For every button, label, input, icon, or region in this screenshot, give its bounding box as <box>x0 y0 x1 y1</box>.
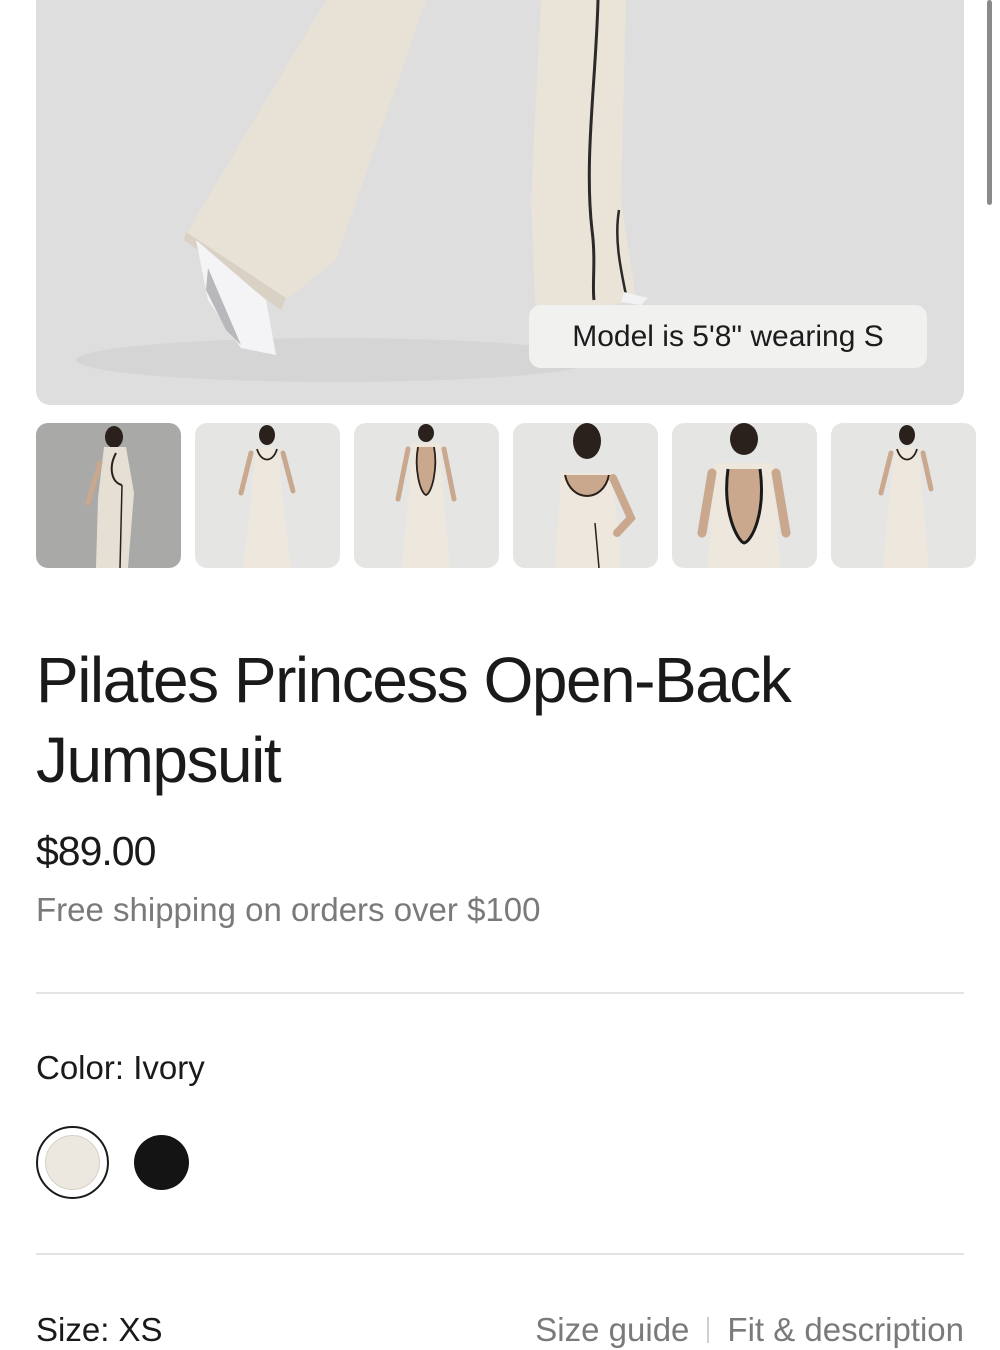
product-price: $89.00 <box>36 828 156 874</box>
model-front-image <box>878 425 934 568</box>
thumbnail-3[interactable] <box>354 423 499 568</box>
thumbnail-1[interactable] <box>36 423 181 568</box>
model-front-image <box>238 425 296 568</box>
model-back-side-image <box>85 426 134 568</box>
thumbnail-6[interactable] <box>831 423 976 568</box>
thumbnail-2[interactable] <box>195 423 340 568</box>
product-title: Pilates Princess Open-Back Jumpsuit <box>36 644 792 796</box>
size-label: Size: XS <box>36 1311 163 1348</box>
product-main-image[interactable]: Model is 5'8" wearing S <box>36 0 964 405</box>
color-label: Color: Ivory <box>36 1049 205 1086</box>
model-size-badge: Model is 5'8" wearing S <box>529 305 927 368</box>
thumbnail-4[interactable] <box>513 423 658 568</box>
page-scrollbar[interactable] <box>987 0 992 205</box>
divider <box>36 1253 964 1255</box>
color-swatch-black[interactable] <box>134 1135 189 1190</box>
model-front-closeup-image <box>555 423 636 568</box>
divider <box>36 992 964 994</box>
link-separator <box>707 1317 710 1343</box>
size-links: Size guide Fit & description <box>535 1310 964 1350</box>
model-back-image <box>395 424 457 568</box>
shipping-note: Free shipping on orders over $100 <box>36 891 541 928</box>
model-back-closeup-image <box>697 423 791 568</box>
ivory-swatch-fill <box>45 1135 100 1190</box>
thumbnail-strip <box>36 423 976 568</box>
color-swatch-ivory[interactable] <box>36 1126 109 1199</box>
fit-description-link[interactable]: Fit & description <box>727 1310 964 1350</box>
size-guide-link[interactable]: Size guide <box>535 1310 689 1350</box>
thumbnail-5[interactable] <box>672 423 817 568</box>
